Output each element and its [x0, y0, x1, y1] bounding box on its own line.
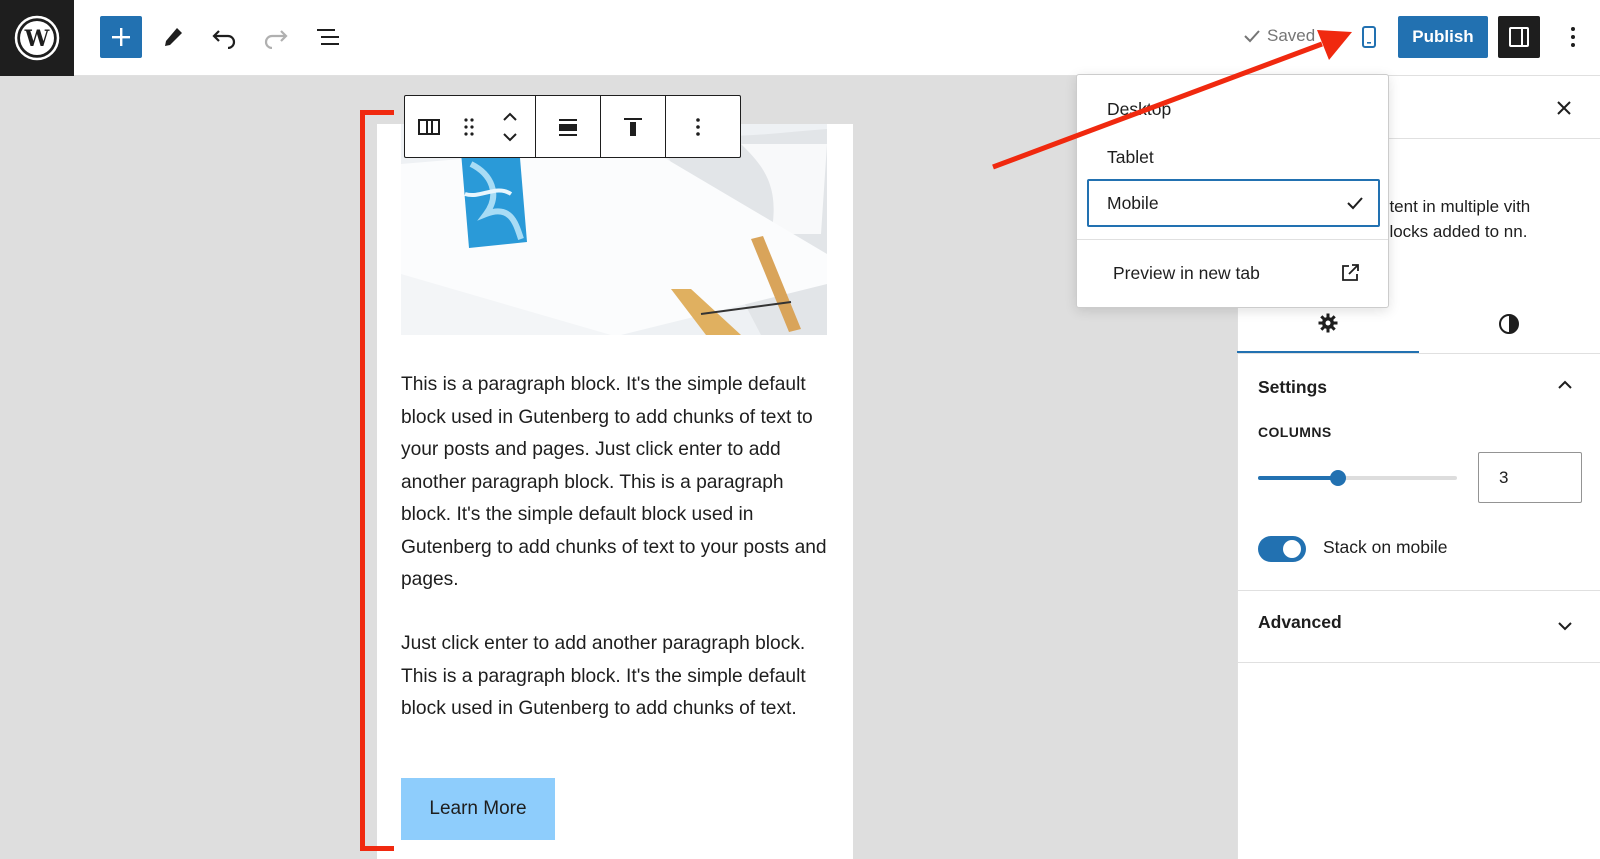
move-buttons: [485, 96, 535, 157]
sidebar-icon: [1509, 27, 1529, 47]
more-vertical-icon: [1571, 27, 1575, 47]
columns-slider-fill: [1258, 476, 1338, 480]
align-button[interactable]: [536, 96, 600, 157]
tools-button[interactable]: [152, 16, 194, 58]
vertical-alignment-button[interactable]: [601, 96, 665, 157]
settings-sidebar-toggle[interactable]: [1498, 16, 1540, 58]
menu-item-tablet[interactable]: Tablet: [1087, 133, 1380, 181]
align-wide-icon: [559, 118, 577, 136]
close-icon: [1557, 101, 1571, 115]
plus-icon: [112, 28, 130, 46]
preview-new-tab-label: Preview in new tab: [1113, 262, 1260, 283]
external-link-icon: [1342, 264, 1359, 281]
settings-collapse-toggle[interactable]: [1557, 377, 1573, 395]
preview-device-menu: Desktop Tablet Mobile Preview in new tab: [1076, 74, 1389, 308]
align-top-icon: [624, 117, 642, 136]
preview-device-button[interactable]: [1348, 16, 1390, 58]
gear-icon: [1318, 313, 1338, 332]
menu-item-desktop[interactable]: Desktop: [1087, 85, 1380, 133]
chevron-down-icon: [1558, 622, 1572, 631]
menu-item-mobile[interactable]: Mobile: [1087, 179, 1380, 227]
saved-label: Saved: [1267, 26, 1316, 45]
chevron-up-icon[interactable]: [502, 112, 518, 122]
columns-slider[interactable]: [1258, 470, 1457, 486]
chevron-up-icon: [1558, 380, 1572, 389]
more-vertical-icon: [696, 117, 700, 136]
document-overview-button[interactable]: [307, 16, 349, 58]
mobile-icon: [1362, 26, 1376, 48]
mobile-preview-page: This is a paragraph block. It's the simp…: [377, 124, 853, 859]
saved-status: Saved: [1243, 26, 1315, 46]
chevron-down-icon[interactable]: [502, 132, 518, 142]
paragraph-block-2[interactable]: Just click enter to add another paragrap…: [401, 628, 829, 726]
block-toolbar: [404, 95, 741, 158]
tab-styles[interactable]: [1419, 294, 1600, 353]
list-view-icon: [317, 29, 339, 45]
redo-icon: [264, 30, 288, 49]
redo-button[interactable]: [255, 16, 297, 58]
contrast-icon: [1499, 313, 1520, 334]
drag-handle[interactable]: [453, 96, 485, 157]
columns-icon: [418, 118, 440, 135]
undo-button[interactable]: [203, 16, 245, 58]
svg-text:W: W: [24, 26, 50, 52]
wordpress-logo[interactable]: W: [0, 0, 74, 76]
advanced-panel-divider: [1237, 662, 1600, 663]
block-toolbar-group-parent: [405, 96, 536, 157]
block-description: ntent in multiple vith blocks added to n…: [1380, 197, 1531, 241]
stack-on-mobile-label: Stack on mobile: [1323, 537, 1448, 557]
columns-slider-thumb[interactable]: [1329, 470, 1346, 486]
block-toolbar-group-align: [536, 96, 601, 157]
paragraph-block-1[interactable]: This is a paragraph block. It's the simp…: [401, 369, 829, 597]
menu-item-mobile-label: Mobile: [1107, 192, 1159, 213]
options-menu-button[interactable]: [1553, 16, 1593, 58]
settings-panel-divider: [1237, 590, 1600, 591]
close-sidebar-button[interactable]: [1555, 96, 1573, 124]
publish-button[interactable]: Publish: [1398, 16, 1488, 58]
columns-block-switcher[interactable]: [405, 96, 453, 157]
block-toolbar-group-vertical: [601, 96, 666, 157]
add-block-button[interactable]: [100, 16, 142, 58]
wordpress-icon: W: [14, 15, 60, 61]
toggle-knob: [1283, 540, 1301, 558]
menu-item-preview-new-tab[interactable]: Preview in new tab: [1087, 249, 1380, 297]
stack-on-mobile-toggle[interactable]: [1258, 536, 1306, 562]
undo-icon: [212, 30, 236, 49]
editor-canvas: This is a paragraph block. It's the simp…: [0, 76, 1237, 859]
editor-header: W Saved Publish: [0, 0, 1600, 76]
annotation-bracket: [360, 110, 394, 851]
block-toolbar-group-options: [666, 96, 730, 157]
menu-separator: [1077, 239, 1388, 240]
settings-panel-title[interactable]: Settings: [1258, 377, 1327, 398]
advanced-panel-title[interactable]: Advanced: [1258, 612, 1342, 633]
advanced-expand-toggle[interactable]: [1557, 618, 1573, 636]
learn-more-button[interactable]: Learn More: [401, 778, 555, 840]
columns-label: COLUMNS: [1258, 424, 1332, 440]
block-options-button[interactable]: [666, 96, 730, 157]
check-icon: [1244, 30, 1260, 43]
columns-number-input[interactable]: 3: [1478, 452, 1582, 503]
drag-handle-icon: [464, 117, 474, 136]
check-icon: [1347, 197, 1363, 210]
pencil-icon: [165, 28, 182, 46]
